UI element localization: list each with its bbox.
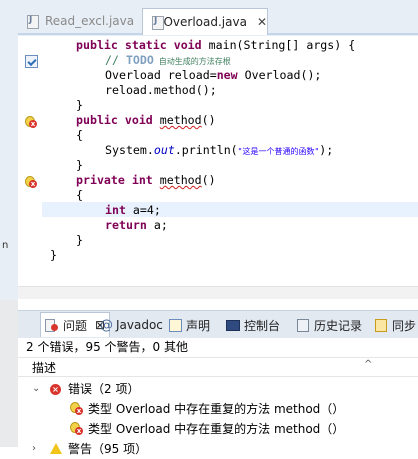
code-line: // TODO 自动生成的方法存根: [105, 53, 231, 67]
java-file-icon: [151, 15, 166, 30]
tab-label: Overload.java: [163, 15, 247, 29]
close-tab-icon[interactable]: ✕: [257, 15, 267, 29]
code-line: {: [76, 128, 83, 142]
console-icon: [226, 318, 240, 332]
quickfix-error-icon: x: [70, 402, 83, 415]
group-label: 错误（2 项）: [68, 382, 140, 396]
tab-history[interactable]: 历史记录: [296, 316, 362, 334]
tree-group-errors[interactable]: ⌄ × 错误（2 项）: [18, 379, 418, 399]
tab-sync[interactable]: 同步: [374, 316, 416, 334]
tab-label: Javadoc: [116, 318, 163, 332]
tab-label: 声明: [186, 318, 211, 333]
java-file-icon: [26, 14, 39, 29]
code-line: System.out.println("这是一个普通的函数");: [105, 143, 334, 157]
tree-item-error[interactable]: x 类型 Overload 中存在重复的方法 method（）: [18, 419, 418, 439]
left-strip-text: n: [2, 240, 9, 251]
tab-label: Read_excl.java: [45, 14, 135, 28]
horizontal-scrollbar[interactable]: [18, 286, 418, 299]
current-line-highlight: [42, 202, 418, 217]
code-line: int a=4;: [105, 203, 161, 217]
quickfix-error-icon: x: [70, 422, 83, 435]
view-tab-bar: 问题 ⊠ @ Javadoc 声明 控制台 历史记录 同步: [18, 310, 418, 339]
tab-overload[interactable]: Overload.java ✕: [142, 8, 268, 35]
column-header-label: 描述: [32, 361, 57, 375]
code-line: }: [50, 248, 57, 262]
code-line: Overload reload=new Overload();: [105, 68, 322, 82]
tree-item-error[interactable]: x 类型 Overload 中存在重复的方法 method（）: [18, 399, 418, 419]
column-header-description[interactable]: 描述 ^: [18, 357, 418, 377]
declaration-icon: [168, 318, 182, 332]
tab-label: 控制台: [244, 318, 281, 333]
sync-icon: [374, 318, 388, 332]
tab-read-excl[interactable]: Read_excl.java: [18, 8, 142, 34]
chevron-down-icon[interactable]: ⌄: [32, 379, 40, 399]
tab-console[interactable]: 控制台: [226, 316, 280, 334]
code-line: {: [76, 188, 83, 202]
code-line: return a;: [105, 218, 168, 232]
problems-summary: 2 个错误，95 个警告，0 其他: [18, 338, 418, 356]
editor-gutter: [18, 36, 42, 286]
tab-declaration[interactable]: 声明: [168, 316, 210, 334]
tab-label: 问题: [63, 318, 88, 333]
quickfix-error-icon[interactable]: x: [25, 176, 37, 188]
left-panel-strip-lower: [0, 300, 18, 447]
error-icon: ×: [50, 384, 61, 395]
code-line: }: [76, 233, 83, 247]
code-line: }: [76, 158, 83, 172]
problem-description: 类型 Overload 中存在重复的方法 method（）: [88, 422, 345, 436]
code-line: public void method(): [76, 113, 216, 127]
tree-group-warnings[interactable]: › 警告（95 项）: [18, 439, 418, 459]
quickfix-error-icon[interactable]: x: [25, 116, 37, 128]
problem-description: 类型 Overload 中存在重复的方法 method（）: [88, 402, 345, 416]
at-icon: @: [100, 318, 113, 333]
code-line: reload.method();: [105, 83, 217, 97]
code-line: }: [76, 98, 83, 112]
tab-label: 历史记录: [314, 318, 363, 333]
left-panel-strip: [0, 0, 18, 300]
chevron-right-icon[interactable]: ›: [32, 439, 36, 459]
history-icon: [296, 318, 310, 332]
tab-label: 同步: [392, 318, 417, 333]
group-label: 警告（95 项）: [68, 442, 148, 456]
task-marker-icon[interactable]: [25, 55, 38, 68]
sort-indicator-icon: ^: [364, 359, 373, 370]
warning-icon: [50, 443, 62, 454]
code-line: private int method(): [76, 173, 216, 187]
code-line: public static void main(String[] args) {: [76, 38, 356, 52]
problems-icon: [45, 318, 59, 332]
tab-javadoc[interactable]: @ Javadoc: [100, 316, 163, 334]
